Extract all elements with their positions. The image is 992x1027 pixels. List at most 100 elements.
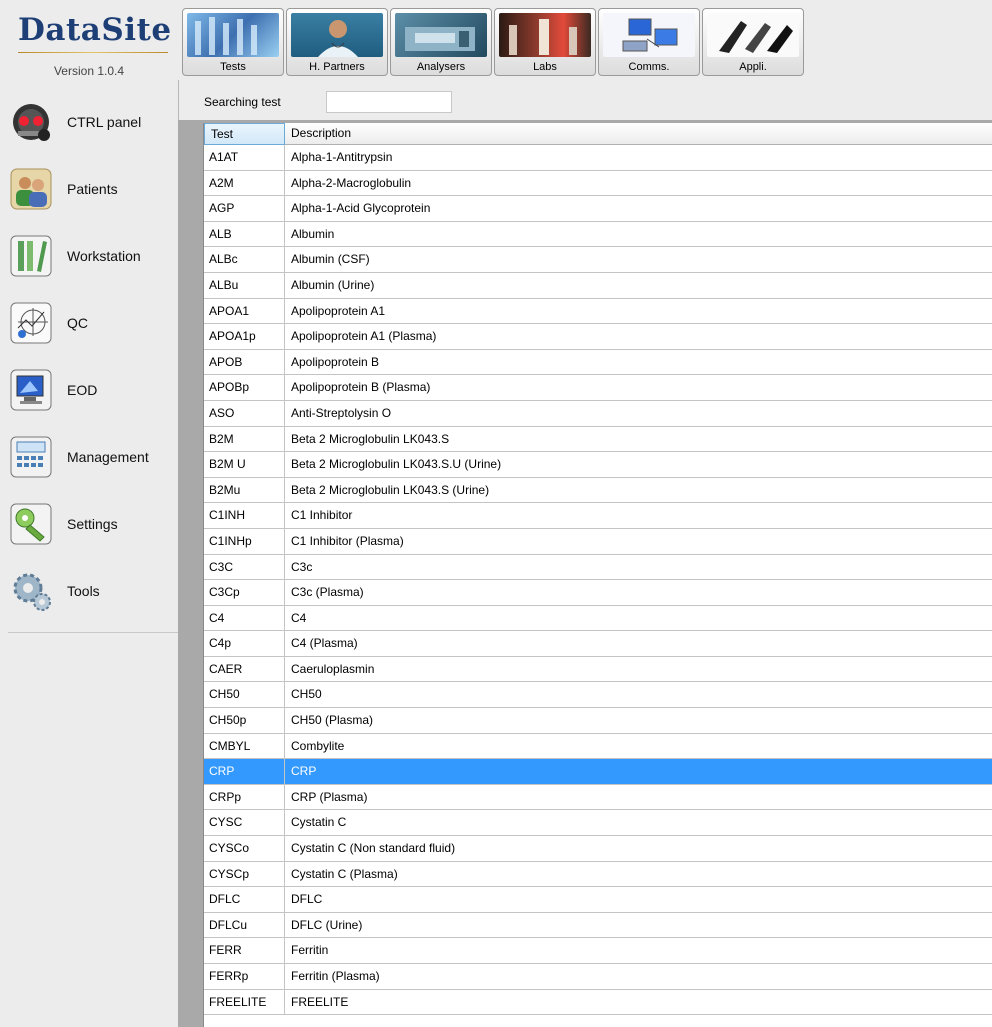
- table-row[interactable]: CH50p CH50 (Plasma): [204, 708, 992, 734]
- table-row[interactable]: APOB Apolipoprotein B: [204, 349, 992, 376]
- table-row[interactable]: CRPp CRP (Plasma): [204, 784, 992, 811]
- sidebar-item-eod[interactable]: EOD: [10, 365, 175, 415]
- test-code-cell: APOA1: [204, 298, 285, 324]
- table-row[interactable]: C4p C4 (Plasma): [204, 631, 992, 657]
- table-row[interactable]: FERRp Ferritin (Plasma): [204, 964, 992, 990]
- table-row[interactable]: B2Mu Beta 2 Microglobulin LK043.S (Urine): [204, 477, 992, 504]
- description-cell: Albumin (CSF): [291, 252, 370, 267]
- description-cell: Apolipoprotein B: [291, 354, 380, 369]
- sidebar-item-patients[interactable]: Patients: [10, 164, 175, 214]
- sidebar-item-settings[interactable]: Settings: [10, 499, 175, 549]
- table-row[interactable]: FREELITE FREELITE: [204, 989, 992, 1016]
- test-code-cell: FERRp: [204, 964, 285, 989]
- sidebar-item-label: Settings: [67, 516, 118, 532]
- qc-chart-icon: [10, 302, 52, 344]
- description-cell: Cystatin C (Non standard fluid): [291, 841, 456, 856]
- test-code-cell: CYSCp: [204, 861, 285, 887]
- sidebar-item-workstation[interactable]: Workstation: [10, 231, 175, 281]
- table-row[interactable]: C4 C4: [204, 605, 992, 632]
- test-code-cell: CMBYL: [204, 733, 285, 759]
- description-cell: CH50 (Plasma): [291, 713, 374, 728]
- toolbar-button-tests[interactable]: Tests: [182, 8, 284, 76]
- table-row[interactable]: CMBYL Combylite: [204, 733, 992, 760]
- description-cell: C4 (Plasma): [291, 636, 358, 651]
- test-code-cell: FREELITE: [204, 989, 285, 1015]
- sidebar-item-tools[interactable]: Tools: [10, 566, 175, 616]
- test-code-cell: A1AT: [204, 145, 285, 170]
- description-cell: Caeruloplasmin: [291, 661, 375, 676]
- search-input[interactable]: [326, 91, 452, 113]
- table-row[interactable]: B2M U Beta 2 Microglobulin LK043.S.U (Uri…: [204, 452, 992, 478]
- test-code-cell: C4: [204, 605, 285, 631]
- test-tubes-image: [187, 13, 279, 57]
- table-row[interactable]: C1INHp C1 Inhibitor (Plasma): [204, 528, 992, 555]
- table-row[interactable]: CRP CRP: [204, 759, 992, 785]
- description-cell: C1 Inhibitor: [291, 508, 353, 523]
- toolbar-button-analysers[interactable]: Analysers: [390, 8, 492, 76]
- table-row[interactable]: ALBc Albumin (CSF): [204, 247, 992, 273]
- app-logo: DataSite: [18, 12, 172, 48]
- test-code-cell: ALB: [204, 221, 285, 247]
- table-row[interactable]: C3Cp C3c (Plasma): [204, 580, 992, 606]
- settings-icon: [10, 503, 52, 545]
- table-row[interactable]: A1AT Alpha-1-Antitrypsin: [204, 145, 992, 171]
- test-code-cell: APOA1p: [204, 324, 285, 349]
- description-cell: Ferritin (Plasma): [291, 969, 380, 983]
- version-label: Version 1.0.4: [53, 64, 125, 78]
- table-row[interactable]: CAER Caeruloplasmin: [204, 656, 992, 683]
- doctor-image: [291, 13, 383, 57]
- table-row[interactable]: DFLCu DFLC (Urine): [204, 912, 992, 939]
- module-toolbar: Tests H. Partners Analysers Labs Comms. …: [178, 0, 992, 80]
- test-code-cell: APOBp: [204, 375, 285, 400]
- table-row[interactable]: APOA1p Apolipoprotein A1 (Plasma): [204, 324, 992, 350]
- table-row[interactable]: B2M Beta 2 Microglobulin LK043.S: [204, 426, 992, 453]
- toolbar-button-comms[interactable]: Comms.: [598, 8, 700, 76]
- test-code-cell: C1INH: [204, 503, 285, 528]
- test-code-cell: C1INHp: [204, 528, 285, 554]
- table-row[interactable]: FERR Ferritin: [204, 938, 992, 964]
- sidebar-item-ctrl-panel[interactable]: CTRL panel: [10, 97, 175, 147]
- sidebar-item-qc[interactable]: QC: [10, 298, 175, 348]
- description-cell: DFLC: [291, 892, 323, 907]
- description-cell: C4: [291, 610, 307, 625]
- test-code-cell: B2M: [204, 426, 285, 452]
- description-cell: Apolipoprotein B (Plasma): [291, 380, 431, 395]
- table-row[interactable]: APOA1 Apolipoprotein A1: [204, 298, 992, 325]
- table-row[interactable]: CYSC Cystatin C: [204, 810, 992, 837]
- grid-header: Test Description: [204, 123, 992, 145]
- toolbar-button-label: H. Partners: [309, 61, 365, 73]
- table-row[interactable]: ASO Anti-Streptolysin O: [204, 400, 992, 427]
- table-row[interactable]: APOBp Apolipoprotein B (Plasma): [204, 375, 992, 401]
- test-code-cell: DFLC: [204, 887, 285, 912]
- test-code-cell: C3C: [204, 554, 285, 580]
- test-code-cell: CRP: [204, 759, 285, 784]
- table-row[interactable]: DFLC DFLC: [204, 887, 992, 913]
- description-cell: Apolipoprotein A1 (Plasma): [291, 329, 437, 344]
- test-code-cell: CAER: [204, 656, 285, 682]
- column-header-test[interactable]: Test: [204, 123, 285, 145]
- table-row[interactable]: CH50 CH50: [204, 682, 992, 709]
- column-header-description[interactable]: Description: [285, 123, 992, 145]
- toolbar-button-labs[interactable]: Labs: [494, 8, 596, 76]
- table-row[interactable]: A2M Alpha-2-Macroglobulin: [204, 170, 992, 197]
- toolbar-button-label: Comms.: [628, 61, 670, 73]
- table-row[interactable]: ALB Albumin: [204, 221, 992, 248]
- description-cell: Apolipoprotein A1: [291, 303, 386, 318]
- toolbar-button-appli[interactable]: Appli.: [702, 8, 804, 76]
- sidebar-item-label: Patients: [67, 181, 118, 197]
- table-row[interactable]: ALBu Albumin (Urine): [204, 272, 992, 299]
- dashboard-icon: [10, 101, 52, 143]
- sidebar-divider: [8, 632, 178, 633]
- sidebar-item-management[interactable]: Management: [10, 432, 175, 482]
- description-cell: C1 Inhibitor (Plasma): [291, 533, 404, 548]
- table-row[interactable]: C3C C3c: [204, 554, 992, 581]
- description-cell: Alpha-2-Macroglobulin: [291, 175, 412, 190]
- table-row[interactable]: C1INH C1 Inhibitor: [204, 503, 992, 529]
- table-row[interactable]: CYSCo Cystatin C (Non standard fluid): [204, 836, 992, 862]
- eod-monitor-icon: [10, 369, 52, 411]
- table-row[interactable]: CYSCp Cystatin C (Plasma): [204, 861, 992, 888]
- toolbar-button-h-partners[interactable]: H. Partners: [286, 8, 388, 76]
- toolbar-button-label: Analysers: [416, 61, 466, 73]
- table-row[interactable]: AGP Alpha-1-Acid Glycoprotein: [204, 196, 992, 222]
- description-cell: CRP (Plasma): [291, 789, 368, 804]
